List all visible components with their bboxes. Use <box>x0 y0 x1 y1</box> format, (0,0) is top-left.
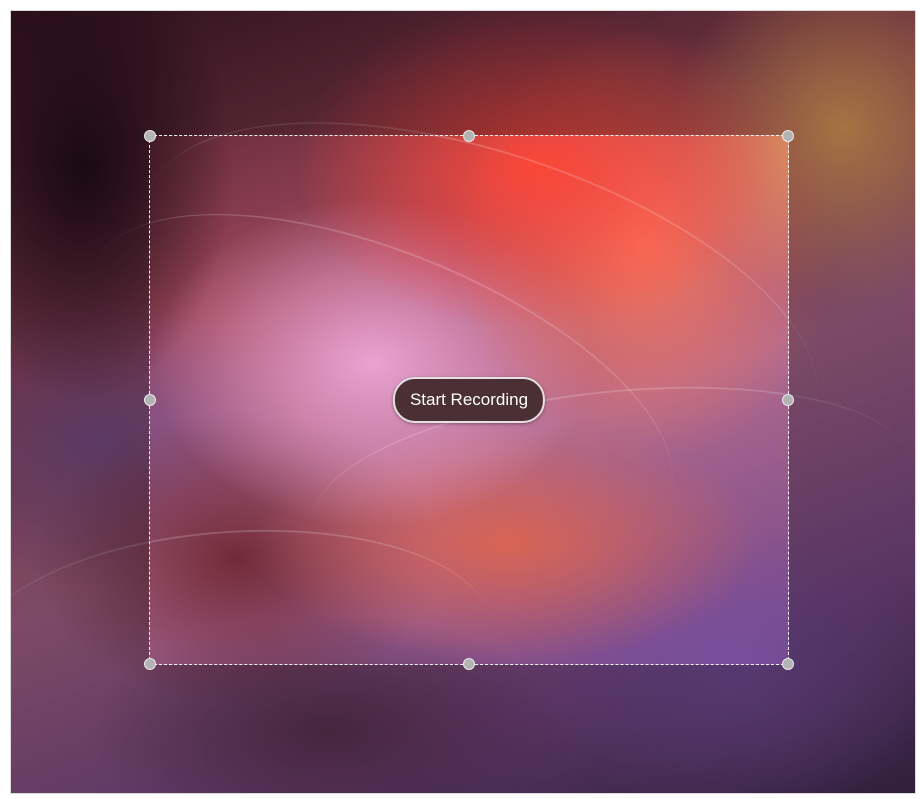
resize-handle-top-right[interactable] <box>782 130 794 142</box>
start-recording-button[interactable]: Start Recording <box>392 377 546 423</box>
resize-handle-bottom-right[interactable] <box>782 658 794 670</box>
capture-selection-area[interactable]: Start Recording <box>144 130 794 670</box>
resize-handle-right[interactable] <box>782 394 794 406</box>
screen-capture-frame: Start Recording <box>10 10 916 794</box>
resize-handle-left[interactable] <box>144 394 156 406</box>
resize-handle-top[interactable] <box>463 130 475 142</box>
resize-handle-bottom-left[interactable] <box>144 658 156 670</box>
resize-handle-top-left[interactable] <box>144 130 156 142</box>
resize-handle-bottom[interactable] <box>463 658 475 670</box>
